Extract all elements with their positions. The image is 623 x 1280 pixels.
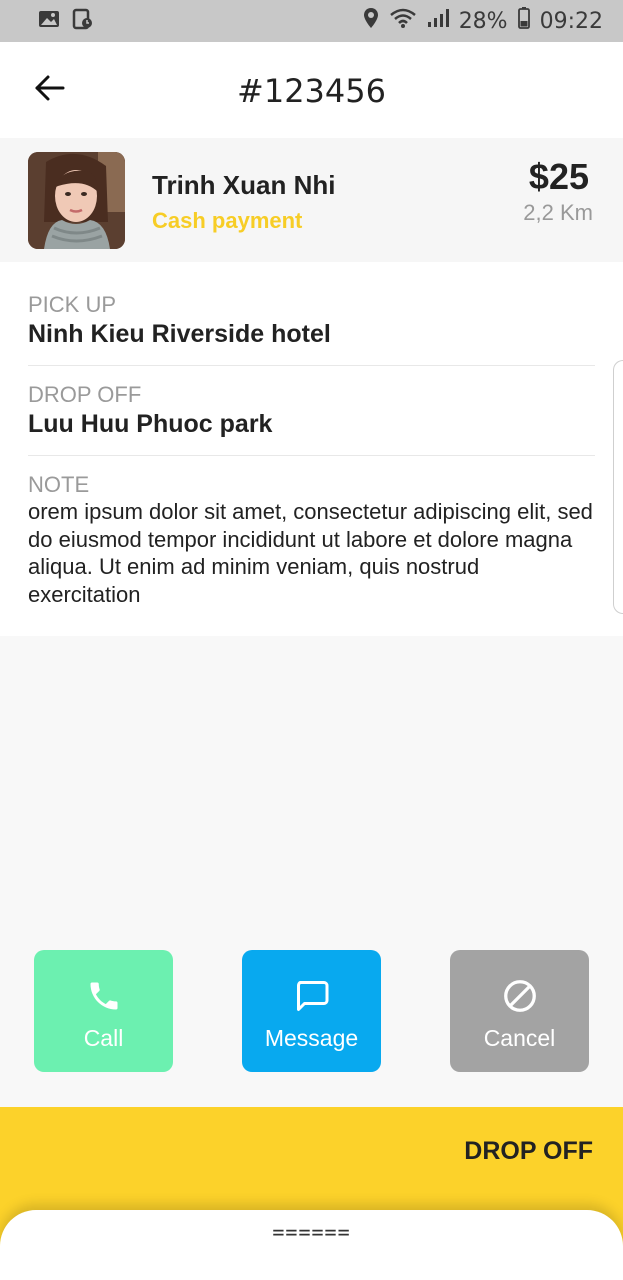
page-title: #123456	[237, 72, 386, 110]
wifi-icon	[389, 7, 417, 35]
drop-off-button[interactable]: DROP OFF	[464, 1137, 593, 1166]
bottom-sheet[interactable]: ======	[0, 1210, 623, 1280]
pickup-label: PICK UP	[28, 292, 117, 317]
trip-price: $25	[528, 156, 589, 197]
clock: 09:22	[539, 8, 603, 34]
phone-icon	[86, 978, 122, 1019]
dropoff-field: DROP OFF Luu Huu Phuoc park	[28, 382, 595, 440]
payment-method: Cash payment	[152, 208, 303, 233]
dropoff-location: Luu Huu Phuoc park	[28, 410, 273, 438]
dropoff-label: DROP OFF	[28, 382, 142, 407]
cancel-button[interactable]: Cancel	[450, 950, 589, 1072]
note-text: orem ipsum dolor sit amet, consectetur a…	[28, 499, 593, 607]
cancel-label: Cancel	[483, 1025, 556, 1051]
battery-percent: 28%	[458, 8, 508, 34]
gallery-icon	[38, 9, 60, 34]
chat-bubble-icon	[294, 978, 330, 1019]
note-label: NOTE	[28, 472, 90, 497]
message-button[interactable]: Message	[242, 950, 381, 1072]
message-label: Message	[264, 1025, 359, 1051]
side-drawer-handle[interactable]	[613, 360, 623, 614]
call-button[interactable]: Call	[34, 950, 173, 1072]
customer-card: Trinh Xuan Nhi Cash payment $25 2,2 Km	[0, 138, 623, 262]
trip-distance: 2,2 Km	[523, 200, 593, 225]
sheet-drag-handle[interactable]: ======	[0, 1220, 623, 1244]
action-buttons: Call Message Cancel	[0, 950, 623, 1074]
pickup-location: Ninh Kieu Riverside hotel	[28, 320, 331, 348]
avatar	[28, 152, 125, 249]
call-label: Call	[83, 1025, 124, 1051]
screenshot-icon	[72, 8, 94, 35]
battery-icon	[517, 7, 530, 35]
customer-name: Trinh Xuan Nhi	[152, 170, 336, 200]
divider	[28, 365, 595, 366]
location-icon	[363, 7, 379, 35]
signal-icon	[427, 8, 449, 34]
pickup-field: PICK UP Ninh Kieu Riverside hotel	[28, 292, 595, 350]
note-field: NOTE orem ipsum dolor sit amet, consecte…	[28, 472, 595, 608]
app-header: #123456	[0, 42, 623, 138]
trip-details: PICK UP Ninh Kieu Riverside hotel DROP O…	[0, 262, 623, 636]
block-icon	[502, 978, 538, 1019]
divider	[28, 455, 595, 456]
status-bar: 28% 09:22	[0, 0, 623, 42]
